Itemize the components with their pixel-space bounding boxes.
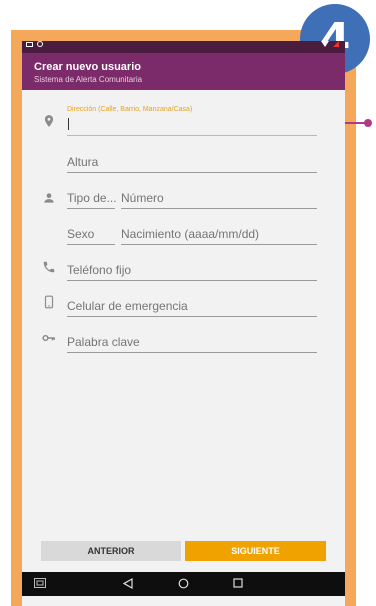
phone-icon <box>43 261 55 273</box>
sexo-select[interactable]: Sexo <box>67 225 115 245</box>
celular-underline <box>67 316 317 317</box>
numero-underline <box>121 208 317 209</box>
notification-icon <box>26 41 33 47</box>
direccion-input[interactable] <box>67 116 317 136</box>
altura-underline <box>67 172 317 173</box>
app-bar: Crear nuevo usuario Sistema de Alerta Co… <box>22 53 345 90</box>
key-icon <box>42 334 55 342</box>
celular-input[interactable]: Celular de emergencia <box>67 297 317 317</box>
numero-input[interactable]: Número <box>121 189 317 209</box>
direccion-underline <box>67 135 317 136</box>
numero-placeholder: Número <box>121 191 164 205</box>
telefono-input[interactable]: Teléfono fijo <box>67 261 317 281</box>
clave-underline <box>67 352 317 353</box>
sexo-placeholder: Sexo <box>67 227 95 241</box>
status-bar <box>22 41 345 53</box>
anterior-button[interactable]: ANTERIOR <box>41 541 181 561</box>
phone-screen: Crear nuevo usuario Sistema de Alerta Co… <box>22 41 345 606</box>
nacimiento-input[interactable]: Nacimiento (aaaa/mm/dd) <box>121 225 317 245</box>
clave-input[interactable]: Palabra clave <box>67 333 317 353</box>
home-icon[interactable] <box>178 578 189 589</box>
sexo-underline <box>67 244 115 245</box>
altura-input[interactable]: Altura <box>67 153 317 173</box>
telefono-underline <box>67 280 317 281</box>
wifi-icon <box>321 41 329 47</box>
tipo-documento-select[interactable]: Tipo de... <box>67 189 117 209</box>
screenshot-icon[interactable] <box>34 578 46 588</box>
navigation-bar <box>22 572 345 596</box>
nacimiento-underline <box>121 244 317 245</box>
altura-placeholder: Altura <box>67 155 99 169</box>
location-pin-icon <box>44 115 54 127</box>
recents-icon[interactable] <box>233 578 243 588</box>
tipo-underline <box>67 208 115 209</box>
text-cursor <box>68 118 69 130</box>
battery-low-icon <box>333 41 339 47</box>
tipo-documento-placeholder: Tipo de... <box>67 191 117 205</box>
celular-placeholder: Celular de emergencia <box>67 299 188 313</box>
whatsapp-icon <box>37 41 43 47</box>
page-title: Crear nuevo usuario <box>34 61 141 73</box>
mobile-icon <box>44 295 54 309</box>
callout-dot <box>364 119 372 127</box>
back-icon[interactable] <box>123 578 133 589</box>
telefono-placeholder: Teléfono fijo <box>67 263 132 277</box>
page-subtitle: Sistema de Alerta Comunitaria <box>34 75 143 84</box>
nacimiento-placeholder: Nacimiento (aaaa/mm/dd) <box>121 227 260 241</box>
direccion-label: Dirección (Calle, Barrio, Manzana/Casa) <box>67 106 193 113</box>
siguiente-button[interactable]: SIGUIENTE <box>185 541 326 561</box>
clave-placeholder: Palabra clave <box>67 335 140 349</box>
person-icon <box>44 193 54 203</box>
